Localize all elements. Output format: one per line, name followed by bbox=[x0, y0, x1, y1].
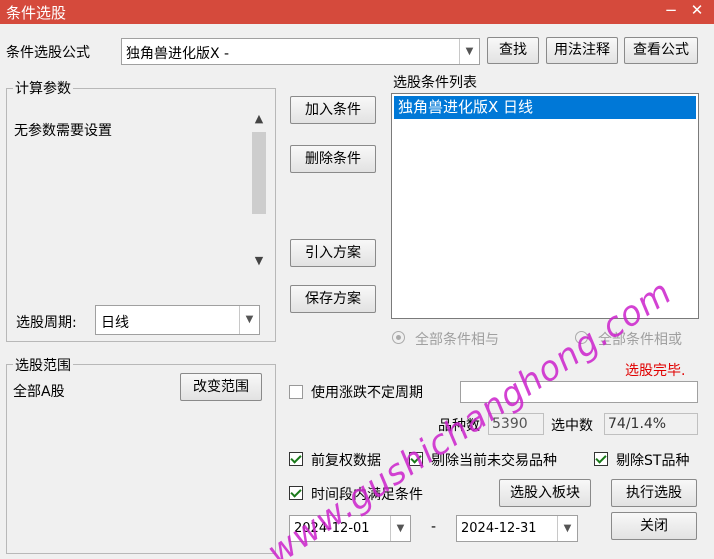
count-value: 5390 bbox=[488, 413, 544, 435]
radio-and-label: 全部条件相与 bbox=[415, 332, 499, 348]
execute-button[interactable]: 执行选股 bbox=[611, 479, 697, 507]
formula-label: 条件选股公式 bbox=[6, 45, 90, 61]
usage-notes-button[interactable]: 用法注释 bbox=[546, 37, 618, 64]
change-range-button[interactable]: 改变范围 bbox=[180, 373, 262, 401]
scroll-up-icon[interactable]: ▲ bbox=[250, 112, 268, 125]
chevron-down-icon[interactable]: ▼ bbox=[390, 516, 410, 541]
exclude-st-label: 剔除ST品种 bbox=[616, 453, 690, 469]
end-date-value: 2024-12-31 bbox=[461, 521, 537, 536]
window-title: 条件选股 bbox=[6, 4, 67, 22]
exclude-untraded-checkbox[interactable] bbox=[409, 452, 423, 466]
chevron-down-icon[interactable]: ▼ bbox=[459, 39, 479, 64]
chevron-down-icon[interactable]: ▼ bbox=[239, 306, 259, 334]
title-bar: 条件选股 − ✕ bbox=[0, 0, 714, 24]
radio-and[interactable] bbox=[392, 331, 405, 344]
adjusted-checkbox[interactable] bbox=[289, 452, 303, 466]
count-label: 品种数 bbox=[438, 418, 480, 434]
period-value: 日线 bbox=[101, 315, 129, 331]
start-date-value: 2024-12-01 bbox=[294, 521, 370, 536]
params-scrollbar[interactable]: ▲ ▼ bbox=[250, 108, 268, 270]
view-formula-button[interactable]: 查看公式 bbox=[624, 37, 698, 64]
radio-or-label: 全部条件相或 bbox=[598, 332, 682, 348]
adjusted-label: 前复权数据 bbox=[311, 453, 381, 469]
close-button[interactable]: 关闭 bbox=[611, 512, 697, 540]
minimize-button[interactable]: − bbox=[660, 1, 682, 19]
variable-period-checkbox[interactable] bbox=[289, 385, 303, 399]
period-combobox[interactable]: 日线 ▼ bbox=[95, 305, 260, 335]
condition-list-label: 选股条件列表 bbox=[393, 75, 477, 91]
chevron-down-icon[interactable]: ▼ bbox=[557, 516, 577, 541]
selected-value: 74/1.4% bbox=[604, 413, 698, 435]
save-scheme-button[interactable]: 保存方案 bbox=[290, 285, 376, 313]
params-text: 无参数需要设置 bbox=[14, 123, 112, 139]
import-scheme-button[interactable]: 引入方案 bbox=[290, 239, 376, 267]
date-separator: - bbox=[431, 519, 437, 535]
scroll-down-icon[interactable]: ▼ bbox=[250, 254, 268, 267]
selected-label: 选中数 bbox=[551, 418, 593, 434]
scroll-thumb[interactable] bbox=[252, 132, 266, 214]
exclude-st-checkbox[interactable] bbox=[594, 452, 608, 466]
time-range-checkbox[interactable] bbox=[289, 486, 303, 500]
time-range-label: 时间段内满足条件 bbox=[311, 487, 423, 503]
start-date-picker[interactable]: 2024-12-01 ▼ bbox=[289, 515, 411, 542]
range-value: 全部A股 bbox=[13, 384, 65, 400]
add-condition-button[interactable]: 加入条件 bbox=[290, 96, 376, 124]
list-item[interactable]: 独角兽进化版X 日线 bbox=[394, 96, 696, 119]
range-group-title: 选股范围 bbox=[13, 355, 73, 375]
end-date-picker[interactable]: 2024-12-31 ▼ bbox=[456, 515, 578, 542]
variable-period-input[interactable] bbox=[460, 381, 698, 403]
condition-list[interactable]: 独角兽进化版X 日线 bbox=[391, 93, 699, 319]
params-group-title: 计算参数 bbox=[13, 78, 73, 98]
to-block-button[interactable]: 选股入板块 bbox=[499, 479, 591, 507]
formula-combobox[interactable]: 独角兽进化版X - ▼ bbox=[121, 38, 480, 65]
delete-condition-button[interactable]: 删除条件 bbox=[290, 145, 376, 173]
exclude-untraded-label: 剔除当前未交易品种 bbox=[431, 453, 557, 469]
close-window-button[interactable]: ✕ bbox=[686, 1, 708, 19]
period-label: 选股周期: bbox=[16, 315, 77, 331]
variable-period-label: 使用涨跌不定周期 bbox=[311, 385, 423, 401]
find-button[interactable]: 查找 bbox=[487, 37, 539, 64]
formula-value: 独角兽进化版X - bbox=[126, 46, 230, 62]
radio-or[interactable] bbox=[575, 331, 588, 344]
status-text: 选股完毕. bbox=[625, 363, 686, 379]
